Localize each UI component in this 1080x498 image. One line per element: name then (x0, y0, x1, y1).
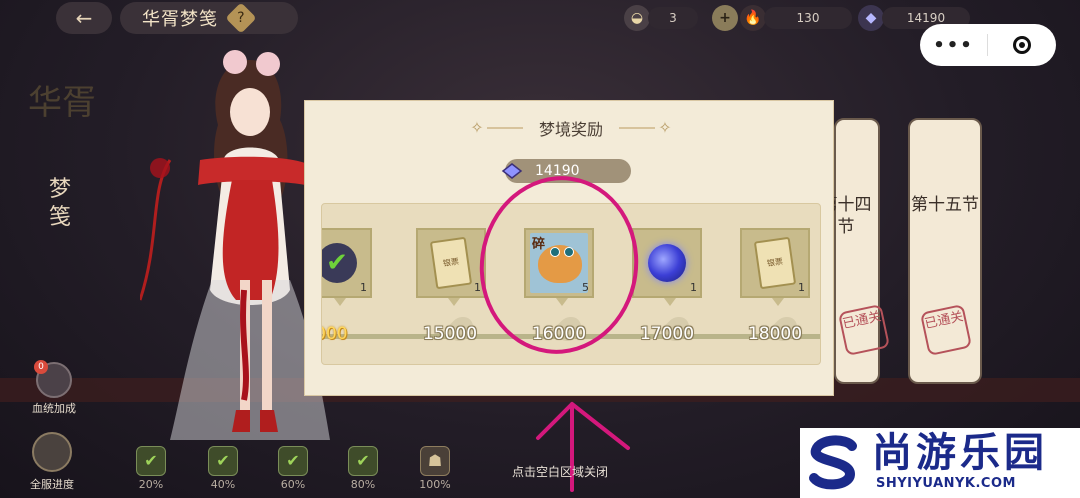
add-button[interactable]: + (712, 5, 738, 31)
side-subtitle: 梦笺 (48, 177, 71, 230)
bloodline-bonus-button[interactable]: 0 血统加成 (24, 360, 84, 416)
watermark-logo-icon (809, 435, 857, 490)
diamond-icon: ◆ (858, 5, 884, 31)
server-progress-button[interactable]: 全服进度 (24, 432, 80, 492)
check-icon: ✔ (208, 446, 238, 476)
close-miniprogram-icon[interactable] (988, 36, 1055, 54)
server-progress-label: 全服进度 (30, 478, 74, 491)
reward-score: 4000 (322, 324, 348, 344)
more-options-icon[interactable]: ••• (920, 35, 987, 56)
watermark-text: 尚游乐园 (872, 430, 1048, 476)
modal-title-bar: ✧ 梦境奖励 ✧ (467, 115, 675, 141)
milestone-20[interactable]: ✔ 20% (130, 446, 172, 491)
blue-orb-icon (648, 244, 686, 282)
reward-count: 1 (690, 281, 697, 294)
reward-score: 17000 (639, 324, 695, 344)
chapter-title: 第十五节 (911, 195, 979, 215)
flame-icon: 🔥 (740, 5, 766, 31)
side-title: 华胥 (28, 83, 96, 123)
back-arrow-icon: ← (75, 6, 93, 30)
resource-bowl-value: 3 (648, 7, 698, 29)
bowl-icon: ◒ (624, 5, 650, 31)
teapot-icon: 0 (34, 360, 72, 398)
reward-slot[interactable]: ✔ 1 (322, 228, 372, 306)
title-tab: 华胥梦笺 ? (120, 2, 298, 34)
top-bar: ← 华胥梦笺 ? ◒ 3 + 🔥 130 ◆ 14190 ••• (0, 0, 1080, 66)
diamond-icon (501, 163, 523, 179)
milestone-80[interactable]: ✔ 80% (342, 446, 384, 491)
reward-count: 1 (798, 281, 805, 294)
reward-count: 1 (360, 281, 367, 294)
bloodline-badge: 0 (34, 360, 48, 374)
check-icon: ✔ (348, 446, 378, 476)
reward-score: 18000 (747, 324, 803, 344)
silver-ticket-icon: 银票 (429, 236, 473, 290)
chapter-card-14[interactable]: 第十四节 已通关 (821, 118, 891, 384)
silver-ticket-icon: 银票 (753, 236, 797, 290)
close-hint[interactable]: 点击空白区域关闭 (512, 463, 608, 480)
back-button[interactable]: ← (56, 2, 112, 34)
bloodline-label: 血统加成 (32, 402, 76, 415)
reward-slot[interactable]: 1 (632, 228, 702, 306)
chapter-card-15[interactable]: 第十五节 已通关 (908, 118, 982, 384)
milestone-40[interactable]: ✔ 40% (202, 446, 244, 491)
reward-slot[interactable]: 银票 1 (416, 228, 486, 306)
watermark: 尚游乐园 SHYIYUANYK.COM (800, 428, 1080, 498)
check-icon: ✔ (136, 446, 166, 476)
modal-title: 梦境奖励 (522, 116, 619, 140)
ornament-icon (32, 432, 72, 472)
watermark-url: SHYIYUANYK.COM (876, 476, 1016, 491)
page-title: 华胥梦笺 (142, 9, 218, 30)
check-icon: ✔ (278, 446, 308, 476)
milestone-60[interactable]: ✔ 60% (272, 446, 314, 491)
ornament-icon: ✧ (467, 118, 487, 138)
gift-icon: ☗ (420, 446, 450, 476)
cleared-stamp: 已通关 (919, 303, 973, 357)
check-orb-icon: ✔ (322, 243, 357, 283)
help-button[interactable]: ? (225, 2, 257, 34)
cleared-stamp: 已通关 (837, 303, 891, 357)
reward-slot[interactable]: 银票 1 (740, 228, 810, 306)
reward-score: 15000 (422, 324, 478, 344)
ornament-icon: ✧ (655, 118, 675, 138)
milestone-100[interactable]: ☗ 100% (414, 446, 456, 491)
resource-flame-value: 130 (764, 7, 852, 29)
mini-program-capsule: ••• (920, 24, 1056, 66)
